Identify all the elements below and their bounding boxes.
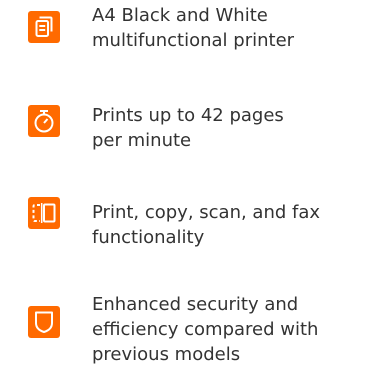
feature-text: Print, copy, scan, and fax functionality (92, 200, 380, 250)
feature-text-line: Prints up to 42 pages (92, 105, 284, 126)
feature-text-line: previous models (92, 344, 241, 365)
feature-text-line: functionality (92, 227, 205, 248)
feature-text-line: per minute (92, 130, 192, 151)
feature-text-line: Print, copy, scan, and fax (92, 202, 321, 223)
document-copy-icon (28, 11, 60, 43)
stopwatch-icon (28, 105, 60, 137)
feature-text-line: A4 Black and White (92, 5, 268, 26)
feature-text: Prints up to 42 pages per minute (92, 103, 380, 153)
feature-list: A4 Black and White multifunctional print… (0, 0, 383, 377)
feature-text: A4 Black and White multifunctional print… (92, 3, 380, 53)
feature-text-line: Enhanced security and (92, 294, 299, 315)
copy-scan-icon (28, 197, 60, 229)
feature-text-line: multifunctional printer (92, 30, 295, 51)
feature-text-line: efficiency compared with (92, 319, 319, 340)
shield-icon (28, 306, 60, 338)
feature-text: Enhanced security and efficiency compare… (92, 292, 380, 367)
